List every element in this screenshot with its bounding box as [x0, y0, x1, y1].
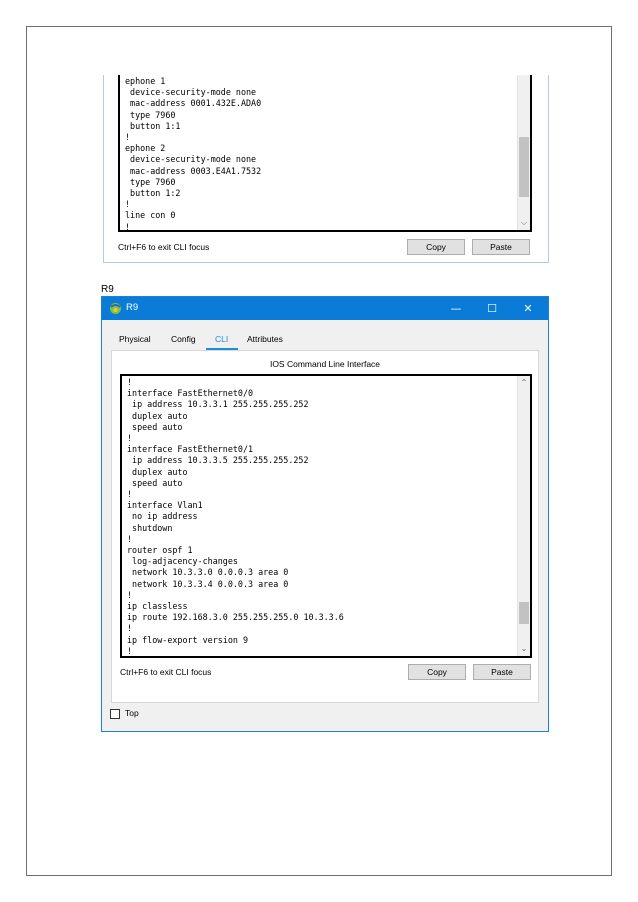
chevron-down-icon[interactable]: ⌄ — [518, 643, 530, 655]
figure-caption: R9 — [101, 284, 114, 295]
close-icon[interactable]: ✕ — [510, 297, 546, 320]
r9-window: R9 — ☐ ✕ Physical Config CLI Attributes … — [101, 296, 549, 732]
tab-physical[interactable]: Physical — [119, 334, 151, 344]
top-checkbox-label: Top — [125, 708, 139, 718]
tab-attributes[interactable]: Attributes — [247, 334, 283, 344]
cli-terminal-top[interactable]: ephone 1 device-security-mode none mac-a… — [118, 75, 532, 232]
top-checkbox[interactable] — [110, 709, 120, 719]
cli-output: ephone 1 device-security-mode none mac-a… — [125, 76, 262, 232]
panel-title: IOS Command Line Interface — [269, 359, 381, 369]
maximize-icon[interactable]: ☐ — [474, 297, 510, 320]
title-bar[interactable]: R9 — ☐ ✕ — [102, 297, 548, 320]
vertical-scrollbar[interactable]: ⌃ ⌄ — [517, 376, 530, 656]
cli-focus-hint: Ctrl+F6 to exit CLI focus — [118, 242, 210, 252]
chevron-up-icon[interactable]: ⌃ — [518, 377, 530, 389]
paste-button[interactable]: Paste — [473, 664, 531, 680]
cli-output: ! interface FastEthernet0/0 ip address 1… — [127, 377, 344, 656]
tab-bar: Physical Config CLI Attributes — [102, 320, 548, 350]
cli-focus-hint: Ctrl+F6 to exit CLI focus — [120, 667, 212, 677]
tab-config[interactable]: Config — [171, 334, 196, 344]
chevron-down-icon[interactable]: ⌵ — [518, 217, 530, 229]
window-title: R9 — [126, 302, 139, 313]
scroll-thumb[interactable] — [519, 602, 529, 624]
packet-tracer-icon — [110, 303, 121, 314]
minimize-icon[interactable]: — — [438, 297, 474, 320]
cli-terminal[interactable]: ! interface FastEthernet0/0 ip address 1… — [120, 374, 532, 658]
copy-button[interactable]: Copy — [407, 239, 465, 255]
previous-cli-panel: ephone 1 device-security-mode none mac-a… — [103, 75, 549, 263]
copy-button[interactable]: Copy — [408, 664, 466, 680]
scroll-thumb[interactable] — [519, 137, 529, 197]
tab-cli[interactable]: CLI — [215, 334, 228, 344]
paste-button[interactable]: Paste — [472, 239, 530, 255]
cli-panel: IOS Command Line Interface ! interface F… — [111, 350, 539, 703]
vertical-scrollbar[interactable]: ⌵ — [517, 75, 530, 230]
